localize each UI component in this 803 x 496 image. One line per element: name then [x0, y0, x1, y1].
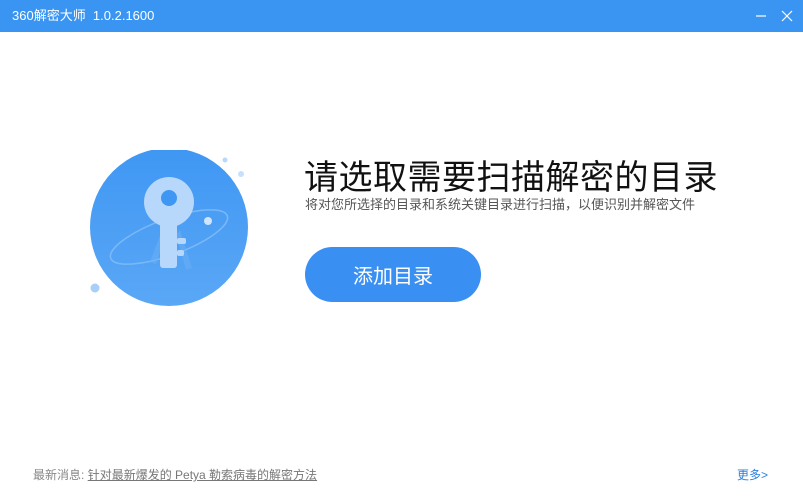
minimize-icon: [756, 15, 766, 17]
minimize-button[interactable]: [748, 0, 774, 32]
news-label: 最新消息:: [33, 468, 85, 482]
news-link[interactable]: 针对最新爆发的 Petya 勒索病毒的解密方法: [88, 468, 317, 482]
title-bar: 360解密大师 1.0.2.1600: [0, 0, 803, 32]
add-directory-button[interactable]: 添加目录: [305, 247, 481, 302]
app-title: 360解密大师 1.0.2.1600: [12, 8, 155, 23]
more-link[interactable]: 更多>: [737, 466, 768, 483]
close-button[interactable]: [774, 0, 800, 32]
close-icon: [781, 10, 793, 22]
page-description: 将对您所选择的目录和系统关键目录进行扫描，以便识别并解密文件: [305, 197, 696, 212]
latest-news: 最新消息: 针对最新爆发的 Petya 勒索病毒的解密方法: [33, 466, 317, 483]
page-title: 请选取需要扫描解密的目录: [304, 159, 718, 197]
key-illustration: [80, 148, 260, 310]
